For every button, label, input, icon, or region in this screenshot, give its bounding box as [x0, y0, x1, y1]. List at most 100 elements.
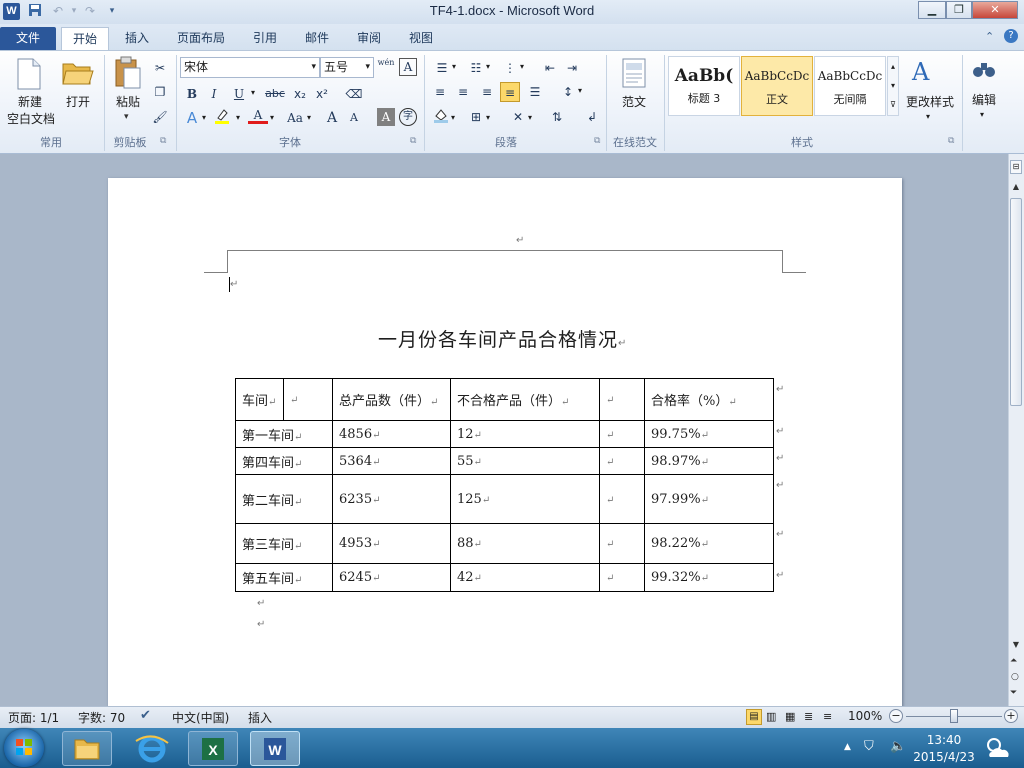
styles-launcher-icon[interactable]: ⧉ — [948, 136, 954, 146]
zoom-slider-thumb[interactable] — [950, 709, 958, 723]
align-right-icon[interactable]: ≡ — [477, 82, 497, 102]
table-cell[interactable]: ↵ — [599, 474, 645, 524]
tab-file[interactable]: 文件 — [0, 27, 56, 50]
underline-dropdown-icon[interactable]: ▾ — [251, 88, 255, 97]
close-button[interactable]: ✕ — [972, 1, 1018, 19]
line-spacing-icon[interactable]: ↕ — [558, 82, 578, 102]
asian-layout-dropdown-icon[interactable]: ▾ — [528, 113, 532, 122]
table-cell[interactable]: 第五车间↵ — [235, 563, 333, 592]
table-cell[interactable]: ↵ — [599, 447, 645, 475]
underline-button[interactable]: U — [229, 84, 249, 104]
table-cell[interactable]: 42↵ — [450, 563, 600, 592]
new-button-label[interactable]: 新建 — [8, 93, 52, 110]
table-header-cell[interactable]: ↵ — [599, 378, 645, 421]
table-header-cell[interactable]: 总产品数（件）↵ — [332, 378, 451, 421]
phonetic-guide-icon[interactable]: wén — [376, 58, 396, 78]
word-count-status[interactable]: 字数: 70 — [78, 709, 125, 726]
help-icon[interactable]: ? — [1004, 29, 1018, 43]
clipboard-launcher-icon[interactable]: ⧉ — [160, 136, 166, 146]
table-header-cell[interactable]: ↵ — [283, 378, 333, 421]
template-icon[interactable] — [622, 58, 646, 91]
zoom-out-icon[interactable]: − — [889, 709, 903, 723]
styles-scroll-control[interactable]: ▴ ▾ ⊽ — [887, 56, 899, 116]
italic-button[interactable]: I — [204, 84, 224, 104]
table-cell[interactable]: 12↵ — [450, 420, 600, 448]
new-document-icon[interactable] — [16, 58, 42, 93]
clock-date[interactable]: 2015/4/23 — [908, 750, 980, 764]
highlight-dropdown-icon[interactable]: ▾ — [236, 113, 240, 122]
weather-gadget-icon[interactable] — [982, 733, 1012, 766]
chevron-down-icon[interactable]: ▾ — [365, 58, 370, 77]
bullets-dropdown-icon[interactable]: ▾ — [452, 62, 456, 71]
table-header-cell[interactable]: 合格率（%）↵ — [644, 378, 774, 421]
change-styles-label[interactable]: 更改样式 — [902, 93, 958, 110]
align-center-icon[interactable]: ≡ — [453, 82, 473, 102]
table-cell[interactable]: 99.75%↵ — [644, 420, 774, 448]
clock-time[interactable]: 13:40 — [908, 733, 980, 747]
font-name-select[interactable]: 宋体 ▾ — [180, 57, 320, 78]
asian-layout-icon[interactable]: ✕ — [508, 107, 528, 127]
language-status[interactable]: 中文(中国) — [172, 709, 229, 726]
table-cell[interactable]: 99.32%↵ — [644, 563, 774, 592]
table-cell[interactable]: 125↵ — [450, 474, 600, 524]
align-left-icon[interactable]: ≡ — [430, 82, 450, 102]
template-button-label[interactable]: 范文 — [614, 93, 654, 110]
open-button-label[interactable]: 打开 — [60, 93, 96, 110]
copy-icon[interactable]: ❐ — [150, 82, 170, 102]
style-normal[interactable]: AaBbCcDc 正文 — [741, 56, 813, 116]
table-cell[interactable]: 4953↵ — [332, 523, 451, 564]
draft-view-icon[interactable]: ≡ — [823, 710, 832, 723]
shading-icon[interactable] — [431, 107, 451, 127]
maximize-button[interactable]: ❐ — [946, 1, 972, 19]
previous-page-icon[interactable]: ⏶ — [1010, 656, 1017, 666]
table-cell[interactable]: 6245↵ — [332, 563, 451, 592]
paste-icon[interactable] — [114, 56, 142, 93]
borders-icon[interactable]: ⊞ — [466, 107, 486, 127]
change-styles-icon[interactable]: A — [912, 58, 929, 86]
minimize-ribbon-icon[interactable]: ⌃ — [985, 30, 994, 43]
multilevel-list-icon[interactable]: ⋮ — [500, 58, 520, 78]
scrollbar-thumb[interactable] — [1010, 198, 1022, 406]
char-shading-button[interactable]: A — [377, 108, 395, 126]
volume-icon[interactable]: 🔈 — [890, 739, 906, 754]
show-marks-icon[interactable]: ↲ — [582, 107, 602, 127]
outline-view-icon[interactable]: ≣ — [804, 710, 813, 723]
change-case-button[interactable]: Aa — [283, 108, 307, 128]
ruler-toggle-icon[interactable]: ⊟ — [1010, 160, 1022, 174]
table-cell[interactable]: ↵ — [599, 563, 645, 592]
increase-indent-icon[interactable]: ⇥ — [562, 58, 582, 78]
tab-references[interactable]: 引用 — [246, 27, 284, 50]
font-launcher-icon[interactable]: ⧉ — [410, 136, 416, 146]
table-header-cell[interactable]: 不合格产品（件）↵ — [450, 378, 600, 421]
table-cell[interactable]: 第三车间↵ — [235, 523, 333, 564]
grow-font-button[interactable]: A — [322, 108, 342, 128]
taskbar-word[interactable]: W — [250, 731, 300, 766]
enclose-chars-button[interactable]: 字 — [399, 108, 417, 126]
start-button[interactable] — [4, 729, 44, 767]
table-cell[interactable]: 55↵ — [450, 447, 600, 475]
print-layout-view-icon[interactable]: ▤ — [746, 709, 762, 725]
paste-button-label[interactable]: 粘贴 — [108, 93, 148, 110]
editing-dropdown-icon[interactable]: ▾ — [980, 110, 984, 119]
tab-mailings[interactable]: 邮件 — [298, 27, 336, 50]
table-cell[interactable]: 第二车间↵ — [235, 474, 333, 524]
table-cell[interactable]: 第一车间↵ — [235, 420, 333, 448]
zoom-in-icon[interactable]: + — [1004, 709, 1018, 723]
scroll-down-arrow[interactable]: ▼ — [1010, 640, 1022, 652]
multilevel-dropdown-icon[interactable]: ▾ — [520, 62, 524, 71]
zoom-level[interactable]: 100% — [848, 709, 882, 723]
find-binoculars-icon[interactable] — [972, 58, 996, 83]
strikethrough-button[interactable]: abc — [262, 84, 288, 104]
sort-icon[interactable]: ⇅ — [547, 107, 567, 127]
tab-page-layout[interactable]: 页面布局 — [170, 27, 232, 50]
cut-icon[interactable]: ✂ — [150, 58, 170, 78]
tab-insert[interactable]: 插入 — [118, 27, 156, 50]
line-spacing-dropdown-icon[interactable]: ▾ — [578, 86, 582, 95]
justify-icon[interactable]: ≡ — [500, 82, 520, 102]
table-header-cell[interactable]: 车间↵ — [235, 378, 284, 421]
numbering-dropdown-icon[interactable]: ▾ — [486, 62, 490, 71]
font-color-dropdown-icon[interactable]: ▾ — [270, 113, 274, 122]
borders-dropdown-icon[interactable]: ▾ — [486, 113, 490, 122]
table-cell[interactable]: 88↵ — [450, 523, 600, 564]
scroll-up-arrow[interactable]: ▲ — [1010, 182, 1022, 194]
